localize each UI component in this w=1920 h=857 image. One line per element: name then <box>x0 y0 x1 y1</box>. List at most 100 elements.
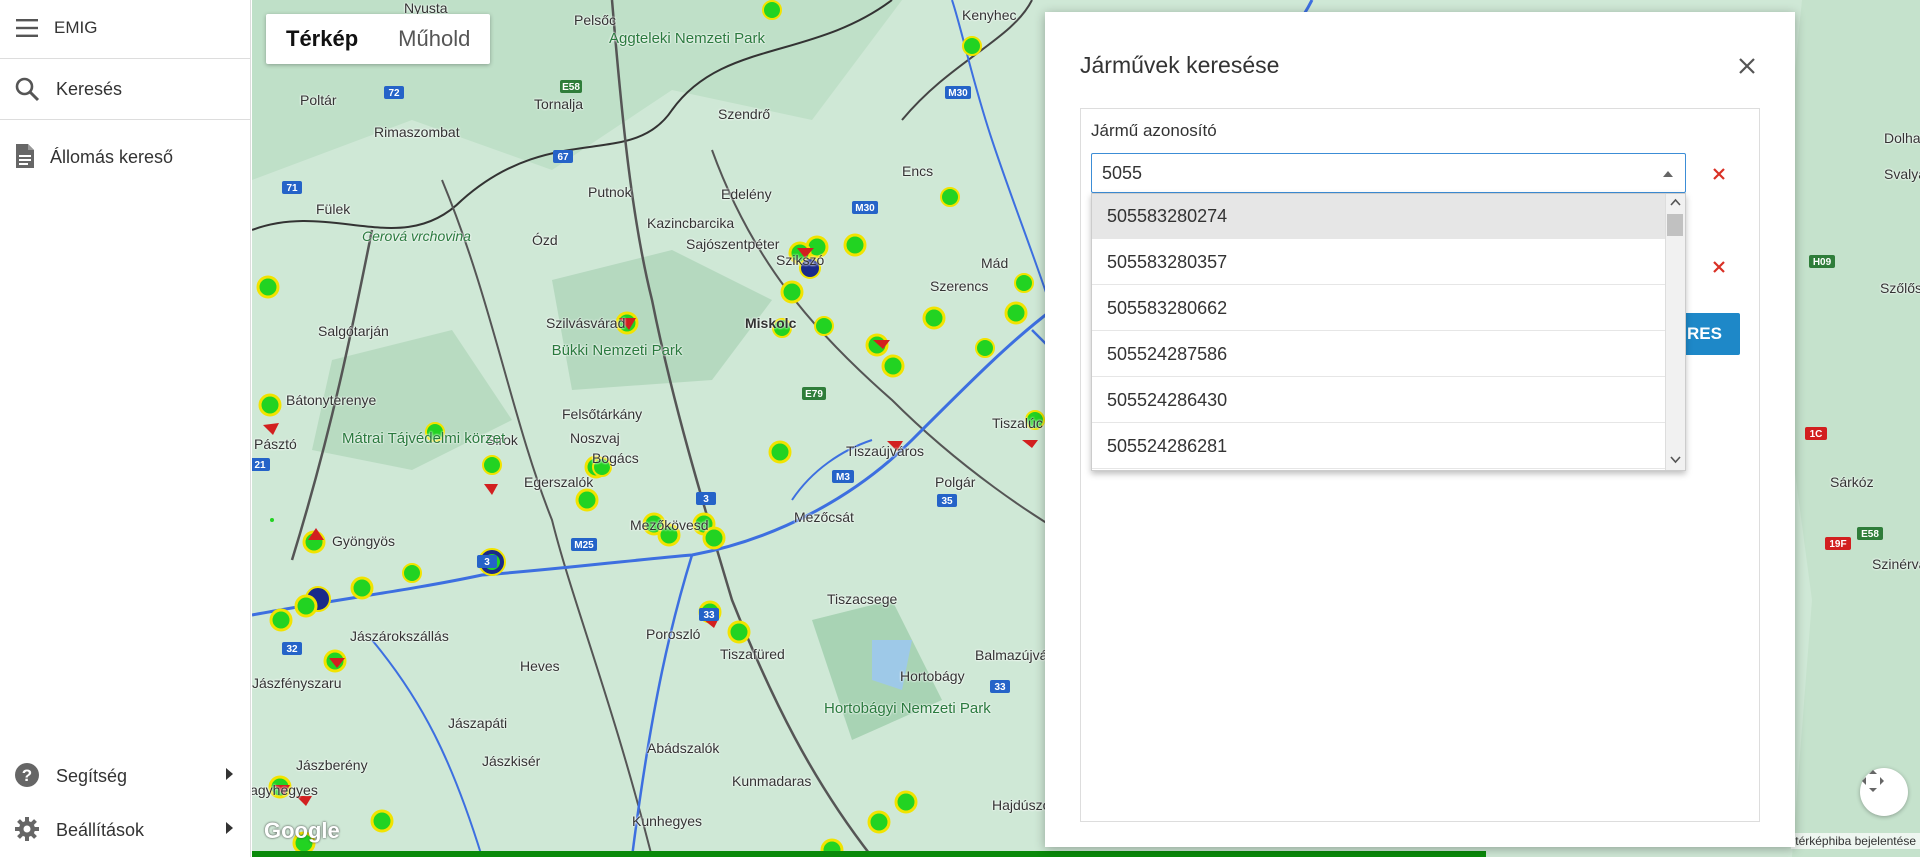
hamburger-menu-icon[interactable] <box>14 15 40 41</box>
svg-text:3: 3 <box>703 494 709 505</box>
suggestion-option[interactable]: 505524286281 <box>1092 424 1667 469</box>
divider <box>0 119 251 120</box>
vehicle-id-input[interactable] <box>1092 154 1652 192</box>
chevron-right-icon <box>226 768 233 780</box>
svg-text:67: 67 <box>557 152 569 163</box>
gear-icon <box>14 816 40 842</box>
sidebar-item-help[interactable]: ? Segítség <box>0 756 251 794</box>
remove-field-button[interactable] <box>1708 256 1730 278</box>
app-name: EMIG <box>54 18 98 37</box>
svg-text:M30: M30 <box>948 88 968 99</box>
map-place-label: Mátrai Tájvédelmi körzet <box>342 430 506 447</box>
map-place-label: Abádszalók <box>647 740 720 756</box>
map-place-label: Cerová vrchovina <box>362 228 471 244</box>
map-place-label: Bogács <box>592 450 639 466</box>
map-place-label: Putnok <box>588 184 632 200</box>
svg-text:?: ? <box>22 766 32 785</box>
loading-progress-bar <box>252 851 1487 857</box>
map-place-label: Hortobágy <box>900 668 965 684</box>
map-place-label: Dolha <box>1884 130 1920 146</box>
remove-field-button[interactable] <box>1708 163 1730 185</box>
close-icon <box>1739 58 1755 74</box>
vehicle-id-combobox[interactable] <box>1091 153 1686 193</box>
vehicle-id-label: Jármű azonosító <box>1091 121 1217 140</box>
svg-text:M3: M3 <box>836 472 850 483</box>
map-place-label: Pásztó <box>254 436 297 452</box>
map-place-label: Kenyhec <box>962 7 1017 23</box>
suggestion-option[interactable]: 505583280357 <box>1092 240 1667 285</box>
tab-map[interactable]: Térkép <box>266 14 378 64</box>
map-place-label: Poroszló <box>646 626 701 642</box>
map-place-label: Kazincbarcika <box>647 215 735 231</box>
map-place-label: Jászapáti <box>448 715 508 731</box>
document-icon <box>12 143 38 169</box>
dialog-body: Jármű azonosító RES 505583280274 5055832… <box>1080 108 1760 822</box>
dropdown-scrollbar[interactable] <box>1665 194 1685 470</box>
suggestion-option[interactable]: 505583280662 <box>1092 286 1667 331</box>
map-place-label: Sárkóz <box>1830 474 1874 490</box>
svg-text:35: 35 <box>941 496 953 507</box>
app-menu-row[interactable]: EMIG <box>0 8 251 48</box>
chevron-down-icon[interactable] <box>1670 456 1681 464</box>
chevron-up-icon[interactable] <box>1670 198 1681 206</box>
map-place-label: Szinérváralja <box>1872 556 1920 572</box>
map-type-switcher: Térkép Műhold <box>266 14 491 64</box>
map-place-label: Felsőtárkány <box>562 406 643 422</box>
svg-text:E58: E58 <box>1861 529 1879 540</box>
svg-text:1C: 1C <box>1810 429 1823 440</box>
map-place-label: Pelsőc <box>574 12 617 28</box>
map-place-label: Jászkisér <box>482 753 541 769</box>
map-place-label: Gyöngyös <box>332 533 396 549</box>
sidebar-item-settings[interactable]: Beállítások <box>0 810 251 848</box>
map-place-label: Egerszalók <box>524 474 594 490</box>
map-place-label: Szikszó <box>776 252 825 268</box>
map-place-label: Jászfényszaru <box>252 675 342 691</box>
sidebar-item-label: Segítség <box>56 766 128 786</box>
svg-text:21: 21 <box>254 460 266 471</box>
map-place-label: Polgár <box>935 474 976 490</box>
map-place-label: Tiszafüred <box>720 646 785 662</box>
svg-text:M30: M30 <box>855 203 875 214</box>
close-icon <box>1713 261 1725 273</box>
map-place-label: Salgótarján <box>318 323 389 339</box>
map-place-label: Bátonyterenye <box>286 392 377 408</box>
close-button[interactable] <box>1733 52 1761 80</box>
sidebar-item-label: Keresés <box>56 79 123 99</box>
map-place-label: Mád <box>981 255 1009 271</box>
caret-up-icon[interactable] <box>1663 171 1673 177</box>
svg-text:19F: 19F <box>1829 539 1846 550</box>
map-place-label: Mezőcsát <box>794 509 854 525</box>
svg-text:33: 33 <box>703 610 715 621</box>
map-place-label: Poltár <box>300 92 337 108</box>
divider <box>0 58 251 59</box>
map-place-label: Heves <box>520 658 560 674</box>
map-place-label: Jászberény <box>296 757 368 773</box>
sidebar-item-station-search[interactable]: Állomás kereső <box>0 136 251 176</box>
map-place-label: Miskolc <box>745 315 797 331</box>
chevron-right-icon <box>226 822 233 834</box>
map-place-label: Sajószentpéter <box>686 236 780 252</box>
suggestion-option[interactable]: 505524286430 <box>1092 378 1667 423</box>
map-place-label: Kunhegyes <box>632 813 703 829</box>
tab-satellite[interactable]: Műhold <box>378 14 490 64</box>
map-place-label: Tiszacsege <box>827 591 898 607</box>
sidebar-item-label: Beállítások <box>56 820 145 840</box>
map-place-label: Tiszaújváros <box>846 443 925 459</box>
map-place-label: Jászárokszállás <box>350 628 449 644</box>
svg-text:E79: E79 <box>805 389 823 400</box>
map-place-label: Svalyava <box>1884 166 1920 182</box>
sidebar-item-search[interactable]: Keresés <box>0 68 251 110</box>
map-place-label: Edelény <box>721 186 772 202</box>
map-place-label: Aggteleki Nemzeti Park <box>609 30 765 47</box>
map-place-label: Tiszalúc <box>992 415 1043 431</box>
search-icon <box>14 76 40 102</box>
map-attribution[interactable]: térképhiba bejelentése <box>1791 833 1920 849</box>
map-place-label: Encs <box>902 163 934 179</box>
suggestion-option[interactable]: 505524287586 <box>1092 332 1667 377</box>
sidebar: EMIG Keresés Állomás kereső ? Segítség B… <box>0 0 251 857</box>
suggestion-option[interactable]: 505583280274 <box>1092 194 1667 239</box>
map-place-label: Ózd <box>532 232 558 248</box>
map-place-label: Nagyhegyes <box>252 782 318 798</box>
fullscreen-button[interactable] <box>1860 768 1908 816</box>
scrollbar-thumb[interactable] <box>1667 214 1683 236</box>
